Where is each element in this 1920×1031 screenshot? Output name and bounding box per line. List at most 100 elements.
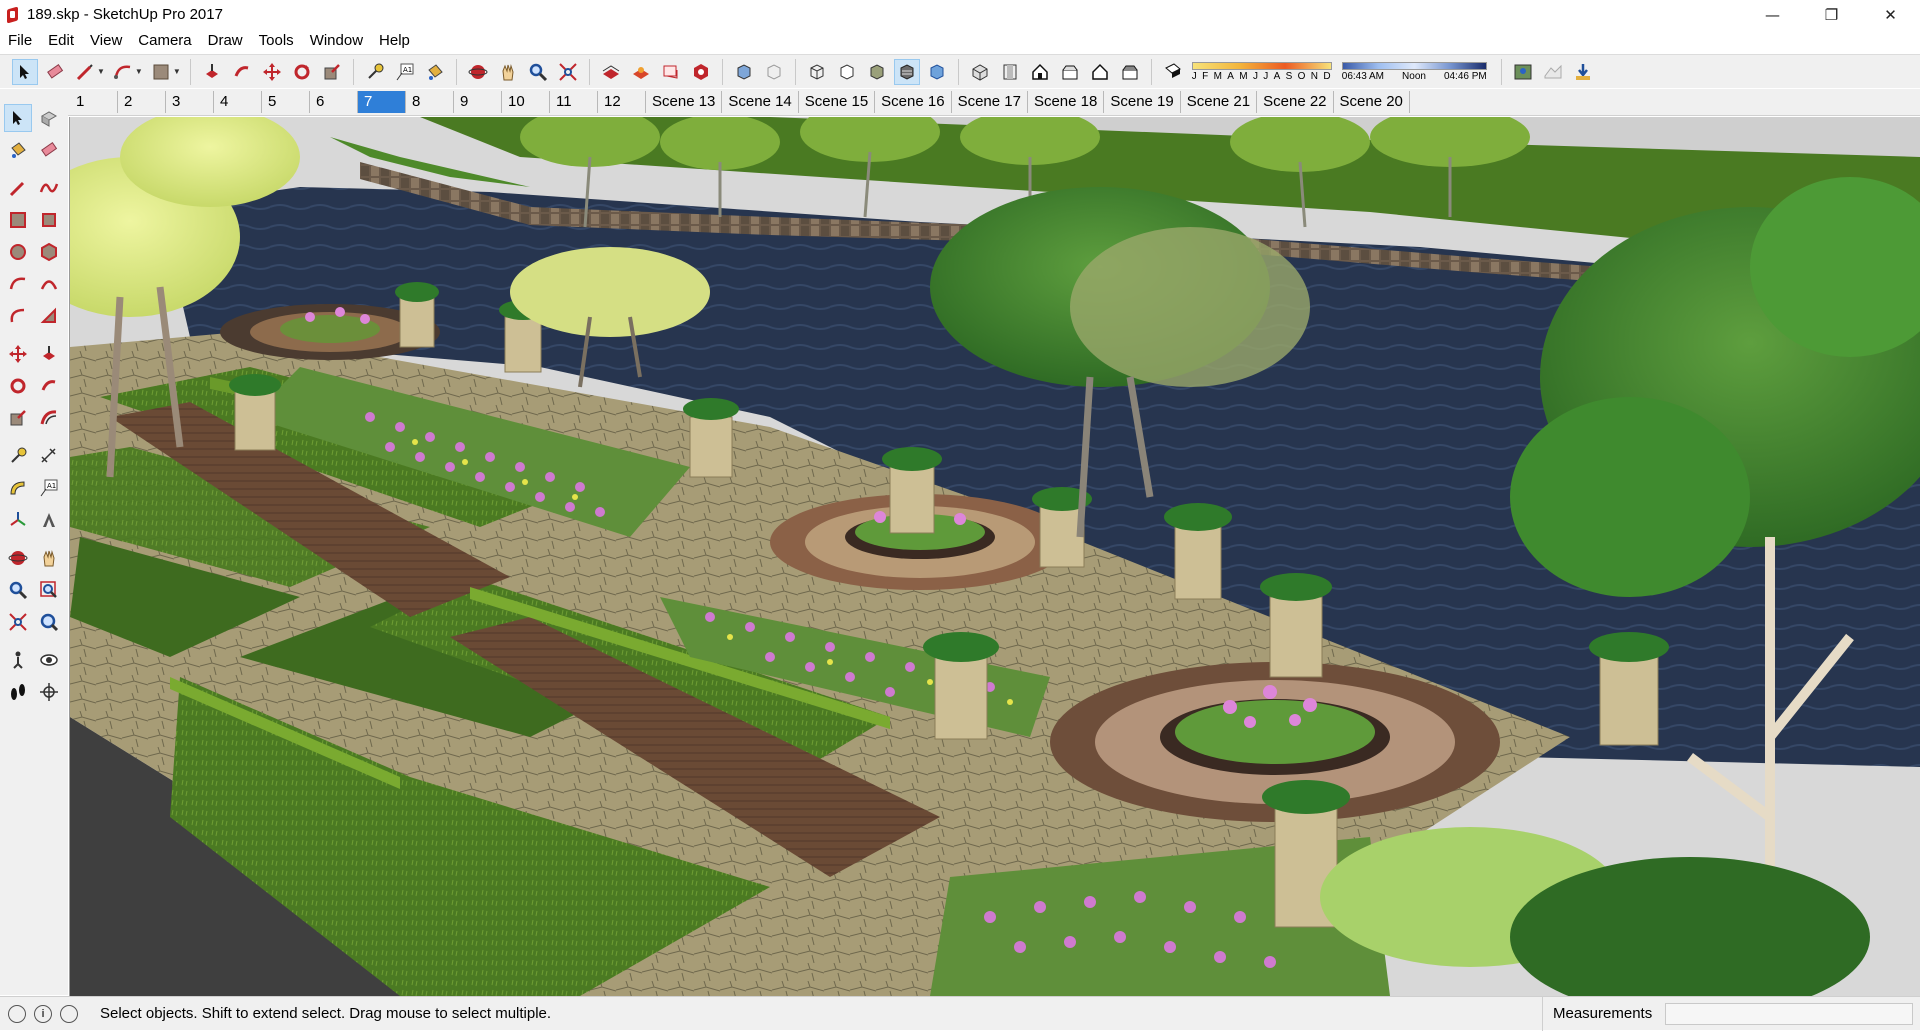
zoom-window-icon[interactable]	[35, 576, 63, 604]
scale-tool-icon[interactable]	[4, 404, 32, 432]
arc-tool-icon[interactable]	[110, 59, 136, 85]
pan-icon[interactable]	[495, 59, 521, 85]
add-location-icon[interactable]	[1510, 59, 1536, 85]
shaded-style-icon[interactable]	[864, 59, 890, 85]
pie-tool-icon[interactable]	[35, 302, 63, 330]
shadow-date-track[interactable]	[1191, 61, 1332, 70]
menu-window[interactable]: Window	[302, 29, 371, 53]
scene-tab[interactable]: 6	[310, 91, 358, 113]
freehand-tool-icon[interactable]	[35, 174, 63, 202]
scene-tab[interactable]: 1	[70, 91, 118, 113]
shadow-date-slider[interactable]: J F M A M J J A S O N D	[1191, 61, 1332, 82]
menu-edit[interactable]: Edit	[40, 29, 82, 53]
iso-view-icon[interactable]	[967, 59, 993, 85]
line-tool-dropdown-icon[interactable]: ▼	[97, 67, 105, 76]
push-pull-icon[interactable]	[199, 59, 225, 85]
extension-manager-icon[interactable]	[688, 59, 714, 85]
make-component-icon[interactable]	[35, 104, 63, 132]
scene-tab[interactable]: 4	[214, 91, 262, 113]
circle-tool-icon[interactable]	[4, 238, 32, 266]
3d-warehouse-icon[interactable]	[598, 59, 624, 85]
previous-view-icon[interactable]	[35, 608, 63, 636]
scale-tool-icon[interactable]	[319, 59, 345, 85]
shadow-time-slider[interactable]: 06:43 AM Noon 04:46 PM	[1341, 61, 1487, 82]
scene-tab[interactable]: 3	[166, 91, 214, 113]
line-tool-icon[interactable]	[4, 174, 32, 202]
scene-tab[interactable]: Scene 16	[875, 91, 952, 113]
extension-warehouse-icon[interactable]	[628, 59, 654, 85]
scene-tab[interactable]: 10	[502, 91, 550, 113]
move-tool-icon[interactable]	[4, 340, 32, 368]
measurements-input[interactable]	[1665, 1003, 1913, 1025]
offset-tool-icon[interactable]	[35, 404, 63, 432]
scene-tab[interactable]: Scene 15	[799, 91, 876, 113]
scene-tab[interactable]: Scene 17	[952, 91, 1028, 113]
two-point-arc-icon[interactable]	[35, 270, 63, 298]
eraser-icon[interactable]	[42, 59, 68, 85]
shape-tool-dropdown-icon[interactable]: ▼	[173, 67, 181, 76]
move-tool-icon[interactable]	[259, 59, 285, 85]
user-account-icon[interactable]	[60, 1004, 78, 1023]
monochrome-style-icon[interactable]	[924, 59, 950, 85]
menu-file[interactable]: File	[0, 29, 40, 53]
model-viewport[interactable]	[69, 117, 1920, 996]
line-tool-icon[interactable]	[72, 59, 98, 85]
rotate-tool-icon[interactable]	[289, 59, 315, 85]
follow-me-icon[interactable]	[229, 59, 255, 85]
orbit-icon[interactable]	[465, 59, 491, 85]
follow-me-icon[interactable]	[35, 372, 63, 400]
top-view-icon[interactable]	[997, 59, 1023, 85]
close-button[interactable]: ✕	[1861, 0, 1920, 29]
menu-draw[interactable]: Draw	[200, 29, 251, 53]
scene-tab[interactable]: 9	[454, 91, 502, 113]
polygon-tool-icon[interactable]	[35, 238, 63, 266]
position-camera-icon[interactable]	[4, 646, 32, 674]
front-view-icon[interactable]	[1027, 59, 1053, 85]
scene-tab[interactable]: Scene 19	[1104, 91, 1181, 113]
text-tool-icon[interactable]: A1	[392, 59, 418, 85]
scene-tab-active[interactable]: 7	[358, 91, 406, 113]
menu-camera[interactable]: Camera	[130, 29, 199, 53]
text-tool-icon[interactable]: A1	[35, 474, 63, 502]
geo-location-icon[interactable]	[8, 1004, 26, 1023]
paint-bucket-icon[interactable]	[4, 136, 32, 164]
rectangle-tool-icon[interactable]	[4, 206, 32, 234]
scene-tab[interactable]: 8	[406, 91, 454, 113]
scene-tab[interactable]: Scene 21	[1181, 91, 1258, 113]
back-edges-style-icon[interactable]	[761, 59, 787, 85]
scene-tab[interactable]: Scene 20	[1334, 91, 1410, 113]
tape-measure-icon[interactable]	[4, 442, 32, 470]
select-tool-icon[interactable]	[12, 58, 38, 85]
eraser-icon[interactable]	[35, 136, 63, 164]
three-point-arc-icon[interactable]	[4, 302, 32, 330]
select-tool-icon[interactable]	[4, 104, 32, 132]
scene-tab[interactable]: Scene 18	[1028, 91, 1105, 113]
tape-measure-icon[interactable]	[362, 59, 388, 85]
3d-text-icon[interactable]	[35, 506, 63, 534]
look-around-icon[interactable]	[35, 646, 63, 674]
pan-icon[interactable]	[35, 544, 63, 572]
info-icon[interactable]: i	[34, 1004, 52, 1023]
arc-tool-icon[interactable]	[4, 270, 32, 298]
menu-tools[interactable]: Tools	[251, 29, 302, 53]
walk-tool-icon[interactable]	[4, 678, 32, 706]
shadow-time-track[interactable]	[1341, 61, 1487, 70]
left-view-icon[interactable]	[1117, 59, 1143, 85]
hidden-line-style-icon[interactable]	[834, 59, 860, 85]
dimension-tool-icon[interactable]	[35, 442, 63, 470]
section-plane-icon[interactable]	[35, 678, 63, 706]
menu-view[interactable]: View	[82, 29, 130, 53]
rectangle-tool-icon[interactable]	[148, 59, 174, 85]
scene-tab[interactable]: Scene 22	[1257, 91, 1334, 113]
rotated-rectangle-icon[interactable]	[35, 206, 63, 234]
orbit-icon[interactable]	[4, 544, 32, 572]
rotate-tool-icon[interactable]	[4, 372, 32, 400]
zoom-extents-icon[interactable]	[4, 608, 32, 636]
zoom-icon[interactable]	[4, 576, 32, 604]
scene-tab[interactable]: Scene 13	[646, 91, 723, 113]
protractor-icon[interactable]	[4, 474, 32, 502]
back-view-icon[interactable]	[1087, 59, 1113, 85]
paint-bucket-icon[interactable]	[422, 59, 448, 85]
minimize-button[interactable]: —	[1743, 0, 1802, 29]
zoom-extents-icon[interactable]	[555, 59, 581, 85]
